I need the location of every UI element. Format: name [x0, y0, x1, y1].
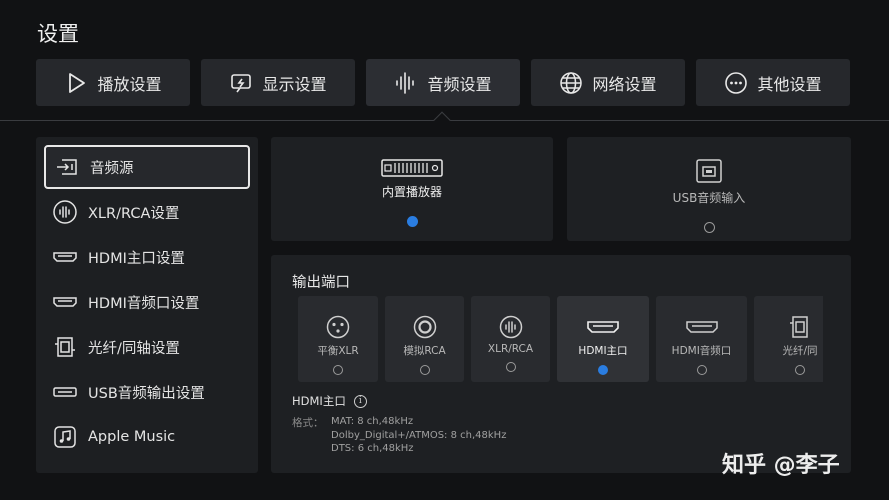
source-label: USB音频输入 — [672, 191, 746, 205]
format-details: MAT: 8 ch,48kHz Dolby_Digital+/ATMOS: 8 … — [331, 415, 506, 456]
tab-label: 其他设置 — [757, 74, 822, 94]
source-card-usb-input[interactable]: USB音频输入 — [567, 137, 851, 241]
more-icon — [725, 71, 748, 94]
settings-tabs: 播放设置 显示设置 音频设置 网络设置 其他设置 — [36, 59, 850, 106]
tab-display[interactable]: 显示设置 — [201, 59, 355, 106]
sidebar-item-usb-output[interactable]: USB音频输出设置 — [44, 370, 250, 414]
format-line: DTS: 6 ch,48kHz — [331, 443, 414, 454]
active-tab-indicator — [433, 111, 451, 129]
player-device-icon — [381, 159, 443, 177]
sidebar-item-hdmi-main[interactable]: HDMI主口设置 — [44, 235, 250, 279]
output-title: 输出端口 — [292, 275, 350, 291]
xlr-port-icon — [326, 315, 350, 339]
port-xlr-rca[interactable]: XLR/RCA — [471, 296, 550, 382]
port-radio[interactable] — [795, 365, 805, 375]
port-label: 平衡XLR — [317, 345, 359, 357]
sidebar-item-optical-coax[interactable]: 光纤/同轴设置 — [44, 325, 250, 369]
format-section-title: HDMI主口 i — [292, 393, 367, 409]
sidebar-item-label: XLR/RCA设置 — [88, 205, 180, 222]
tab-audio[interactable]: 音频设置 — [366, 59, 520, 106]
port-hdmi-main[interactable]: HDMI主口 — [557, 296, 649, 382]
port-radio[interactable] — [419, 365, 430, 375]
rca-port-icon — [413, 315, 436, 339]
sidebar-item-label: USB音频输出设置 — [88, 385, 205, 402]
sidebar-item-label: HDMI音频口设置 — [88, 295, 200, 312]
port-radio[interactable] — [333, 365, 343, 375]
usb-b-icon — [696, 159, 722, 183]
audio-source-icon — [57, 159, 77, 175]
output-port-panel: 输出端口 平衡XLR 模拟RCA XLR/RCA HDMI主口 HDMI音频口 — [271, 255, 851, 473]
port-label: 光纤/同 — [782, 345, 818, 357]
format-line: Dolby_Digital+/ATMOS: 8 ch,48kHz — [331, 429, 507, 441]
port-hdmi-audio[interactable]: HDMI音频口 — [656, 296, 747, 382]
page-title: 设置 — [37, 22, 79, 46]
port-label: 模拟RCA — [403, 345, 446, 357]
port-label: HDMI音频口 — [671, 345, 732, 357]
port-radio-selected[interactable] — [598, 365, 608, 375]
sidebar-item-xlr-rca[interactable]: XLR/RCA设置 — [44, 190, 250, 234]
tab-playback[interactable]: 播放设置 — [36, 59, 190, 106]
format-label: 格式： — [292, 417, 324, 429]
tab-network[interactable]: 网络设置 — [531, 59, 685, 106]
port-radio[interactable] — [505, 362, 516, 372]
globe-icon — [560, 71, 583, 94]
tab-other[interactable]: 其他设置 — [696, 59, 850, 106]
sidebar-item-hdmi-audio[interactable]: HDMI音频口设置 — [44, 280, 250, 324]
format-port-name: HDMI主口 — [292, 394, 346, 408]
source-radio-selected[interactable] — [406, 216, 418, 227]
audio-settings-sidebar: 音频源 XLR/RCA设置 HDMI主口设置 HDMI音频口设置 光纤/同轴设置… — [36, 137, 258, 473]
music-note-icon — [54, 426, 76, 448]
hdmi-icon — [53, 297, 77, 307]
optical-port-icon — [790, 316, 808, 338]
sidebar-item-apple-music[interactable]: Apple Music — [44, 415, 250, 459]
sidebar-item-label: Apple Music — [88, 429, 176, 445]
port-label: XLR/RCA — [487, 343, 534, 355]
hdmi-port-icon — [685, 321, 718, 333]
hdmi-port-icon — [587, 321, 619, 333]
source-radio[interactable] — [703, 222, 715, 233]
audio-wave-icon — [396, 71, 415, 94]
info-icon[interactable]: i — [353, 394, 367, 408]
sidebar-item-label: HDMI主口设置 — [88, 250, 185, 267]
format-line: MAT: 8 ch,48kHz — [331, 416, 414, 427]
display-icon — [231, 73, 252, 92]
output-port-list: 平衡XLR 模拟RCA XLR/RCA HDMI主口 HDMI音频口 光纤/同 — [298, 296, 823, 382]
tab-label: 网络设置 — [592, 74, 657, 94]
tab-label: 播放设置 — [97, 74, 162, 94]
sidebar-item-label: 光纤/同轴设置 — [88, 340, 180, 357]
tab-label: 显示设置 — [262, 74, 327, 94]
sidebar-item-audio-source[interactable]: 音频源 — [44, 145, 250, 189]
port-label: HDMI主口 — [578, 345, 628, 357]
port-optical-coax[interactable]: 光纤/同 — [754, 296, 823, 382]
hdmi-icon — [53, 252, 77, 262]
tab-label: 音频设置 — [427, 74, 492, 94]
port-analog-rca[interactable]: 模拟RCA — [385, 296, 464, 382]
usb-icon — [53, 387, 77, 397]
source-card-builtin-player[interactable]: 内置播放器 — [271, 137, 553, 241]
port-radio[interactable] — [696, 365, 707, 375]
watermark: 知乎 @李子 — [722, 453, 840, 478]
xlr-icon — [53, 200, 77, 224]
port-balanced-xlr[interactable]: 平衡XLR — [298, 296, 378, 382]
play-icon — [69, 72, 86, 93]
xlr-rca-port-icon — [499, 315, 522, 339]
optical-icon — [55, 337, 75, 357]
sidebar-item-label: 音频源 — [90, 160, 134, 177]
source-label: 内置播放器 — [381, 185, 442, 199]
